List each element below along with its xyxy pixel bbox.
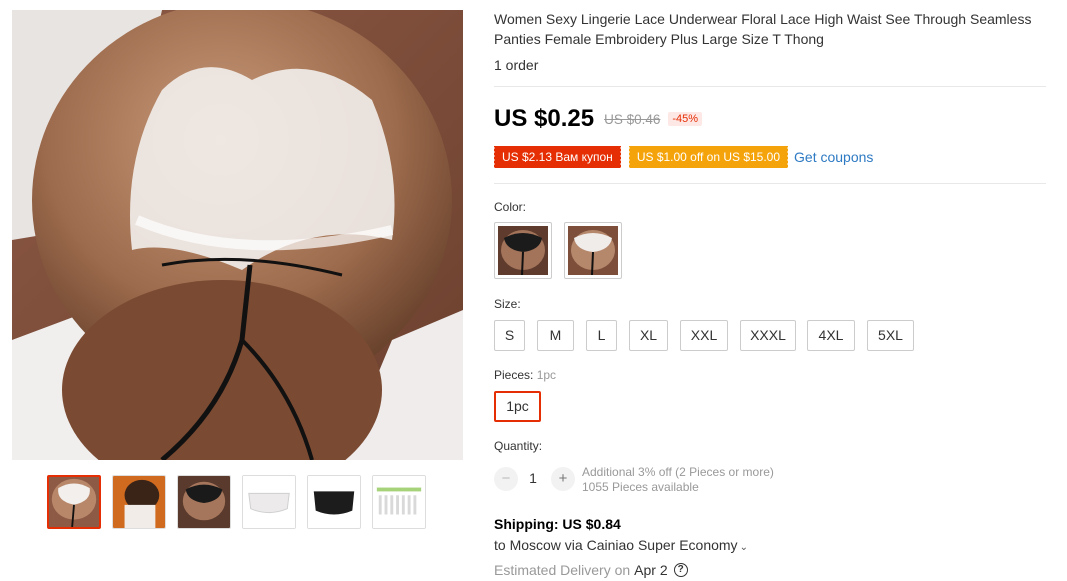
size-option-xl[interactable]: XL [629,320,668,351]
quantity-label: Quantity: [494,439,543,453]
quantity-increase-button[interactable]: + [551,467,575,491]
chevron-down-icon: ⌄ [739,542,748,553]
estimated-delivery: Estimated Delivery on Apr 2 ? [494,562,688,578]
size-option-4xl[interactable]: 4XL [807,320,855,351]
current-price: US $0.25 [494,105,595,132]
coupon-row: US $2.13 Вам купон US $1.00 off on US $1… [493,146,873,168]
thumbnail-6[interactable] [372,475,426,529]
quantity-decrease-button[interactable]: − [494,467,518,491]
thumbnail-2[interactable] [112,475,166,529]
bulk-discount-note: Additional 3% off (2 Pieces or more) [582,465,774,479]
size-option-5xl[interactable]: 5XL [867,320,914,351]
divider [494,183,1046,184]
quantity-value[interactable]: 1 [521,470,545,486]
color-option-white[interactable] [564,222,622,279]
shipping-destination-selector[interactable]: to Moscow via Cainiao Super Economy ⌄ [494,537,748,553]
shipping-cost: Shipping: US $0.84 [494,516,621,532]
thumbnail-4[interactable] [242,475,296,529]
size-option-m[interactable]: M [537,320,574,351]
divider [494,86,1046,87]
pieces-selected-value: 1pc [536,368,557,382]
shipping-destination-text: to Moscow via Cainiao Super Economy [494,537,738,553]
pieces-option-1pc[interactable]: 1pc [494,391,541,422]
thumbnail-3[interactable] [177,475,231,529]
pieces-label: Pieces: 1pc [494,368,556,382]
color-option-black[interactable] [494,222,552,279]
size-option-s[interactable]: S [494,320,525,351]
stock-available: 1055 Pieces available [582,480,699,494]
original-price: US $0.46 [604,111,661,127]
pieces-label-text: Pieces: [494,368,534,382]
product-title: Women Sexy Lingerie Lace Underwear Flora… [494,11,1032,47]
store-coupon-badge[interactable]: US $2.13 Вам купон [493,146,621,168]
main-product-image[interactable] [12,10,463,460]
thumbnail-1[interactable] [47,475,101,529]
estimated-delivery-label: Estimated Delivery on [494,562,631,578]
thumbnail-5[interactable] [307,475,361,529]
price-row: US $0.25 US $0.46 -45% [494,104,703,134]
size-option-xxl[interactable]: XXL [680,320,728,351]
product-info: Women Sexy Lingerie Lace Underwear Flora… [493,0,1054,581]
color-label: Color: [494,200,527,214]
discount-badge: -45% [668,112,703,126]
help-icon[interactable]: ? [673,563,688,577]
seller-coupon-badge[interactable]: US $1.00 off on US $15.00 [627,146,789,168]
size-option-xxxl[interactable]: XXXL [740,320,796,351]
order-count: 1 order [494,57,539,73]
size-option-l[interactable]: L [586,320,617,351]
size-label: Size: [494,297,521,311]
get-coupons-link[interactable]: Get coupons [794,149,873,165]
estimated-delivery-date: Apr 2 [634,562,668,578]
